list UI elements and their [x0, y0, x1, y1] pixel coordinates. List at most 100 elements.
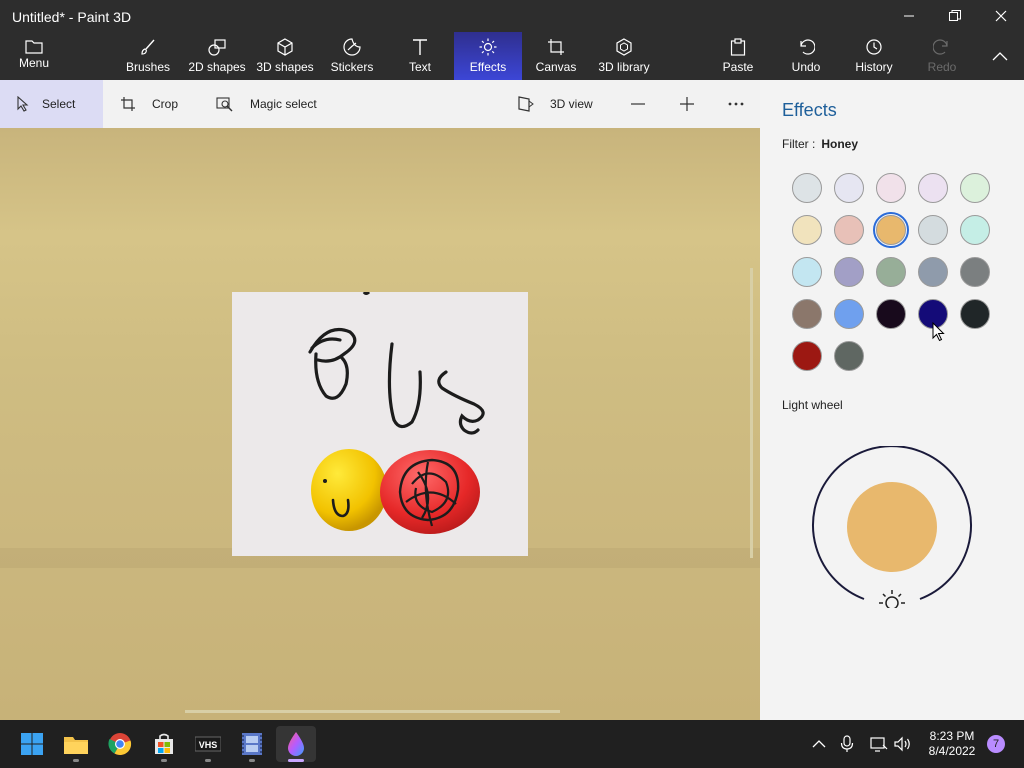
filter-swatch[interactable]	[960, 173, 990, 203]
window-title: Untitled* - Paint 3D	[12, 9, 132, 25]
restore-button[interactable]	[932, 0, 978, 32]
panel-title: Effects	[782, 100, 837, 120]
minimize-icon	[904, 15, 914, 17]
show-hidden-icons-button[interactable]	[807, 732, 831, 756]
tab-canvas[interactable]: Canvas	[530, 32, 582, 80]
tab-3d-library[interactable]: 3D library	[594, 32, 654, 80]
zoom-out-button[interactable]	[630, 80, 650, 128]
filter-swatch[interactable]	[834, 299, 864, 329]
collapse-ribbon-button[interactable]	[984, 32, 1016, 80]
filter-readout: Filter : Honey	[782, 137, 859, 151]
redo-button[interactable]: Redo	[922, 32, 962, 80]
light-wheel-label: Light wheel	[782, 398, 843, 412]
filter-swatch[interactable]	[876, 299, 906, 329]
volume-button[interactable]	[891, 732, 915, 756]
store-icon	[155, 733, 173, 754]
ellipsis-icon	[728, 102, 744, 106]
filter-swatch[interactable]	[960, 299, 990, 329]
close-icon	[995, 10, 1007, 22]
filter-swatch[interactable]	[918, 257, 948, 287]
title-bar: Untitled* - Paint 3D	[0, 0, 1024, 32]
filter-swatch[interactable]	[792, 173, 822, 203]
microphone-button[interactable]	[835, 732, 859, 756]
filter-swatch[interactable]	[876, 173, 906, 203]
magic-select-icon	[216, 97, 233, 112]
close-button[interactable]	[978, 0, 1024, 32]
3d-view-icon	[518, 96, 534, 112]
tab-brushes[interactable]: Brushes	[120, 32, 176, 80]
folder-icon	[25, 40, 43, 54]
tab-effects[interactable]: Effects	[454, 32, 522, 80]
horizontal-scrollbar[interactable]	[185, 710, 560, 713]
clock-time: 8:23 PM	[929, 729, 975, 743]
clock-date: 8/4/2022	[928, 744, 976, 758]
filter-swatch[interactable]	[960, 215, 990, 245]
tool-options-bar: Select Crop Magic select 3D view	[0, 80, 760, 128]
canvas-drawing	[308, 290, 485, 534]
filter-swatch[interactable]	[792, 257, 822, 287]
vhs-icon: VHS	[195, 736, 221, 752]
history-button[interactable]: History	[850, 32, 898, 80]
folder-icon	[64, 737, 88, 754]
paint-3d-icon	[288, 732, 304, 756]
tab-text[interactable]: Text	[396, 32, 444, 80]
network-button[interactable]	[867, 732, 891, 756]
start-button[interactable]	[12, 726, 52, 762]
minus-icon	[631, 103, 645, 105]
filter-swatch[interactable]	[792, 299, 822, 329]
more-options-button[interactable]	[727, 80, 747, 128]
filter-swatch[interactable]	[918, 215, 948, 245]
3d-view-button[interactable]: 3D view	[518, 80, 608, 128]
taskbar-microsoft-store[interactable]	[144, 726, 184, 762]
taskbar: VHS 8:23 PM 8/4/2022	[0, 720, 1024, 768]
windows-logo-icon	[21, 733, 43, 755]
filter-swatch[interactable]	[918, 173, 948, 203]
menu-button[interactable]: Menu	[8, 32, 60, 80]
drawing-canvas[interactable]	[0, 128, 760, 720]
taskbar-paint-3d[interactable]	[276, 726, 316, 762]
crop-icon	[121, 97, 135, 111]
magic-select-button[interactable]: Magic select	[216, 80, 336, 128]
filter-value: Honey	[821, 137, 859, 151]
3d-library-icon	[616, 38, 632, 56]
filter-swatch[interactable]	[834, 341, 864, 371]
sticker-icon	[343, 38, 361, 56]
vertical-scrollbar[interactable]	[750, 268, 753, 558]
filter-swatch[interactable]	[834, 215, 864, 245]
paste-button[interactable]: Paste	[716, 32, 760, 80]
select-button[interactable]: Select	[0, 80, 103, 128]
notification-badge[interactable]: 7	[987, 735, 1005, 753]
text-icon	[413, 39, 427, 55]
filter-swatch[interactable]	[792, 341, 822, 371]
brush-icon	[141, 39, 155, 55]
tab-3d-shapes[interactable]: 3D shapes	[254, 32, 316, 80]
tab-2d-shapes[interactable]: 2D shapes	[186, 32, 248, 80]
zoom-in-button[interactable]	[679, 80, 699, 128]
tab-stickers[interactable]: Stickers	[326, 32, 378, 80]
film-icon	[242, 733, 262, 755]
taskbar-file-explorer[interactable]	[56, 726, 96, 762]
paste-icon	[730, 38, 746, 56]
light-sun-icon[interactable]	[879, 590, 905, 608]
sun-icon	[479, 38, 497, 56]
mouse-cursor-icon	[932, 322, 945, 342]
filter-swatch[interactable]	[960, 257, 990, 287]
crop-button[interactable]: Crop	[120, 80, 200, 128]
plus-icon	[680, 97, 694, 111]
clock[interactable]: 8:23 PM 8/4/2022	[920, 729, 984, 759]
taskbar-film[interactable]	[232, 726, 272, 762]
filter-swatch[interactable]	[834, 257, 864, 287]
undo-button[interactable]: Undo	[784, 32, 828, 80]
2d-shapes-icon	[208, 39, 226, 56]
taskbar-vhs[interactable]: VHS	[188, 726, 228, 762]
filter-swatch[interactable]	[876, 257, 906, 287]
microphone-icon	[840, 735, 854, 752]
filter-swatch[interactable]	[834, 173, 864, 203]
filter-swatch[interactable]	[873, 212, 909, 248]
taskbar-chrome[interactable]	[100, 726, 140, 762]
effects-panel: Effects Filter : Honey Light wheel	[760, 80, 1024, 720]
minimize-button[interactable]	[886, 0, 932, 32]
filter-swatch[interactable]	[792, 215, 822, 245]
ribbon: Menu Brushes 2D shapes 3D shapes Sticker…	[0, 32, 1024, 80]
light-wheel[interactable]	[811, 446, 973, 608]
